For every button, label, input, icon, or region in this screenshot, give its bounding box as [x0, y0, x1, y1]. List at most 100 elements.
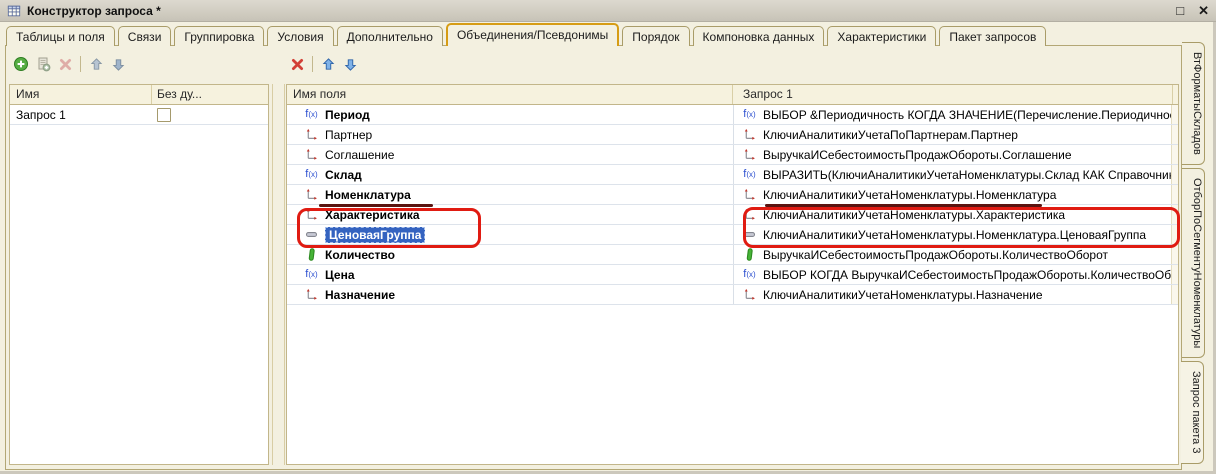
field-row[interactable]: f(x) Цена f(x) ВЫБОР КОГДА ВыручкаИСебестои… — [287, 265, 1178, 285]
query-name[interactable]: Запрос 1 — [10, 108, 152, 122]
tab[interactable]: Порядок — [622, 26, 689, 46]
field-row[interactable]: f(x)Периодf(x)ВЫБОР &Периодичность КОГДА… — [287, 105, 1178, 125]
tab[interactable]: Характеристики — [827, 26, 936, 46]
field-name[interactable]: ЦеноваяГруппа — [325, 227, 425, 243]
scrollbar-track[interactable] — [1171, 225, 1178, 244]
field-name[interactable]: Характеристика — [325, 208, 420, 222]
scrollbar-track[interactable] — [1171, 205, 1178, 224]
field-expression[interactable]: ВыручкаИСебестоимостьПродажОбороты.Согла… — [763, 148, 1072, 162]
field-expression[interactable]: КлючиАналитикиУчетаПоПартнерам.Партнер — [763, 128, 1018, 142]
dash-icon — [304, 228, 319, 241]
field-icon — [304, 128, 319, 141]
field-icon — [742, 208, 757, 221]
scrollbar-track[interactable] — [1172, 85, 1178, 104]
field-name[interactable]: Номенклатура — [325, 188, 411, 202]
query-batch-tab[interactable]: ВтФорматыСкладов — [1182, 42, 1205, 165]
field-row[interactable]: Номенклатура КлючиАналитикиУчетаНоменклат… — [287, 185, 1178, 205]
scrollbar-track[interactable] — [1171, 185, 1178, 204]
field-icon — [304, 288, 319, 301]
field-icon — [304, 148, 319, 161]
app-icon — [7, 4, 21, 18]
delete-button[interactable] — [287, 54, 307, 74]
title-bar: Конструктор запроса * □ ✕ — [0, 0, 1216, 22]
field-name[interactable]: Склад — [325, 168, 362, 182]
toolbar-separator — [312, 56, 313, 72]
field-expression[interactable]: КлючиАналитикиУчетаНоменклатуры.Характер… — [763, 208, 1065, 222]
tab[interactable]: Пакет запросов — [939, 26, 1046, 46]
delete-button[interactable] — [55, 54, 75, 74]
field-icon — [742, 128, 757, 141]
function-icon: f(x) — [304, 268, 319, 281]
field-expression[interactable]: ВЫБОР &Периодичность КОГДА ЗНАЧЕНИЕ(Пере… — [763, 108, 1171, 122]
tab-strip: Таблицы и поляСвязиГруппировкаУсловияДоп… — [6, 24, 1046, 46]
tab[interactable]: Компоновка данных — [693, 26, 825, 46]
field-row[interactable]: Характеристика КлючиАналитикиУчетаНоменкл… — [287, 205, 1178, 225]
function-icon: f(x) — [742, 168, 757, 181]
sum-icon — [304, 248, 319, 261]
panel-splitter[interactable] — [272, 84, 285, 465]
tab[interactable]: Дополнительно — [337, 26, 443, 46]
column-header-field-name: Имя поля — [287, 85, 733, 104]
scrollbar-track[interactable] — [1171, 105, 1178, 124]
function-icon: f(x) — [304, 108, 319, 121]
no-duplicates-checkbox[interactable] — [157, 108, 171, 122]
field-expression[interactable]: КлючиАналитикиУчетаНоменклатуры.Номенкла… — [763, 188, 1056, 202]
toolbar-separator — [80, 56, 81, 72]
fields-table: Имя поля Запрос 1 f(x) Период f(x) ВЫБОР &П… — [286, 84, 1179, 465]
field-row[interactable]: Партнер КлючиАналитикиУчетаПоПартнерам.Па… — [287, 125, 1178, 145]
move-down-button[interactable] — [340, 54, 360, 74]
maximize-button[interactable]: □ — [1176, 4, 1184, 17]
sum-icon — [742, 248, 757, 261]
queries-toolbar — [10, 52, 129, 76]
field-name[interactable]: Соглашение — [325, 148, 394, 162]
field-expression[interactable]: ВЫБОР КОГДА ВыручкаИСебестоимостьПродажО… — [763, 268, 1171, 282]
fields-toolbar — [286, 52, 361, 76]
field-name[interactable]: Период — [325, 108, 370, 122]
field-expression[interactable]: КлючиАналитикиУчетаНоменклатуры.Назначен… — [763, 288, 1043, 302]
scrollbar-track[interactable] — [1171, 285, 1178, 304]
field-expression[interactable]: ВыручкаИСебестоимостьПродажОбороты.Колич… — [763, 248, 1108, 262]
field-icon — [742, 288, 757, 301]
unions-aliases-page: Имя Без ду... Запрос 1 Имя поля Запрос 1… — [5, 45, 1182, 470]
query-batch-tab[interactable]: Запрос пакета 3 — [1181, 361, 1204, 463]
field-row[interactable]: Назначение КлючиАналитикиУчетаНоменклатур… — [287, 285, 1178, 305]
add-button[interactable] — [11, 54, 31, 74]
field-expression[interactable]: КлючиАналитикиУчетаНоменклатуры.Номенкла… — [763, 228, 1146, 242]
tab[interactable]: Объединения/Псевдонимы — [446, 23, 619, 46]
field-expression[interactable]: ВЫРАЗИТЬ(КлючиАналитикиУчетаНоменклатуры… — [763, 168, 1171, 182]
add-copy-button[interactable] — [33, 54, 53, 74]
field-name[interactable]: Цена — [325, 268, 355, 282]
scrollbar-track[interactable] — [1171, 245, 1178, 264]
field-icon — [742, 148, 757, 161]
tab[interactable]: Группировка — [174, 26, 264, 46]
function-icon: f(x) — [742, 268, 757, 281]
tab[interactable]: Связи — [118, 26, 172, 46]
column-header-no-duplicates: Без ду... — [152, 85, 268, 104]
tab[interactable]: Таблицы и поля — [6, 26, 115, 46]
query-batch-tab-strip: ВтФорматыСкладов ОтборПоСегментуНоменклат… — [1182, 42, 1205, 464]
field-icon — [304, 188, 319, 201]
queries-table: Имя Без ду... Запрос 1 — [9, 84, 269, 465]
dash-icon — [742, 228, 757, 241]
field-row[interactable]: Количество ВыручкаИСебестоимостьПродажОбо… — [287, 245, 1178, 265]
field-icon — [304, 208, 319, 221]
tab[interactable]: Условия — [267, 26, 333, 46]
column-header-query1: Запрос 1 — [733, 85, 1172, 104]
query-batch-tab[interactable]: ОтборПоСегментуНоменклатуры — [1182, 168, 1205, 358]
scrollbar-track[interactable] — [1171, 165, 1178, 184]
move-up-button[interactable] — [318, 54, 338, 74]
move-down-button[interactable] — [108, 54, 128, 74]
field-name[interactable]: Количество — [325, 248, 395, 262]
field-row[interactable]: Соглашение ВыручкаИСебестоимостьПродажОбо… — [287, 145, 1178, 165]
scrollbar-track[interactable] — [1171, 145, 1178, 164]
close-button[interactable]: ✕ — [1198, 4, 1209, 17]
field-row[interactable]: ЦеноваяГруппа КлючиАналитикиУчетаНоменкла… — [287, 225, 1178, 245]
field-name[interactable]: Партнер — [325, 128, 372, 142]
scrollbar-track[interactable] — [1171, 125, 1178, 144]
query-row[interactable]: Запрос 1 — [10, 105, 268, 125]
field-row[interactable]: f(x)Складf(x)ВЫРАЗИТЬ(КлючиАналитикиУчет… — [287, 165, 1178, 185]
window-title: Конструктор запроса * — [27, 4, 161, 18]
field-name[interactable]: Назначение — [325, 288, 395, 302]
scrollbar-track[interactable] — [1171, 265, 1178, 284]
move-up-button[interactable] — [86, 54, 106, 74]
